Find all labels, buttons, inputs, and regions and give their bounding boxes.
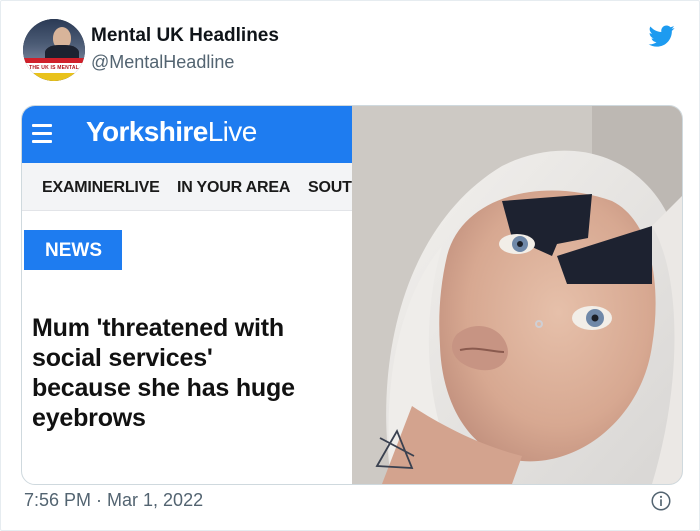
site-logo-bold: Yorkshire <box>86 116 208 147</box>
avatar-yellow-strip <box>23 73 85 81</box>
headline-line: social services' <box>32 344 213 372</box>
account-handle[interactable]: @MentalHeadline <box>91 52 234 73</box>
hamburger-menu-icon <box>32 124 52 144</box>
avatar-banner-text: THE UK IS MENTAL <box>29 65 79 71</box>
site-logo-light: Live <box>207 116 258 147</box>
section-badge: NEWS <box>24 230 122 270</box>
headline-line: because she has huge <box>32 374 295 402</box>
site-nav: EXAMINERLIVE IN YOUR AREA SOUT <box>22 163 352 211</box>
article-headline: Mum 'threatened with social services' be… <box>32 313 352 433</box>
tweet-card: THE UK IS MENTAL Mental UK Headlines @Me… <box>0 0 700 531</box>
headline-line: Mum 'threatened with <box>32 314 284 342</box>
tweet-media-image[interactable]: YorkshireLive EXAMINERLIVE IN YOUR AREA … <box>21 105 683 485</box>
nav-item: IN YOUR AREA <box>177 179 291 196</box>
headline-line: eyebrows <box>32 404 146 432</box>
tweet-timestamp[interactable]: 7:56 PM · Mar 1, 2022 <box>24 490 203 511</box>
section-badge-label: NEWS <box>45 240 102 261</box>
nav-item: EXAMINERLIVE <box>42 179 160 196</box>
info-icon[interactable] <box>651 491 671 511</box>
avatar-banner: THE UK IS MENTAL <box>23 63 85 73</box>
twitter-bird-icon[interactable] <box>646 23 678 49</box>
selfie-photo <box>352 106 682 484</box>
site-logo: YorkshireLive <box>86 116 257 148</box>
site-header-bar: YorkshireLive <box>22 106 352 163</box>
account-name[interactable]: Mental UK Headlines <box>91 25 279 47</box>
avatar[interactable]: THE UK IS MENTAL <box>23 19 85 81</box>
nav-item: SOUT <box>308 179 352 196</box>
